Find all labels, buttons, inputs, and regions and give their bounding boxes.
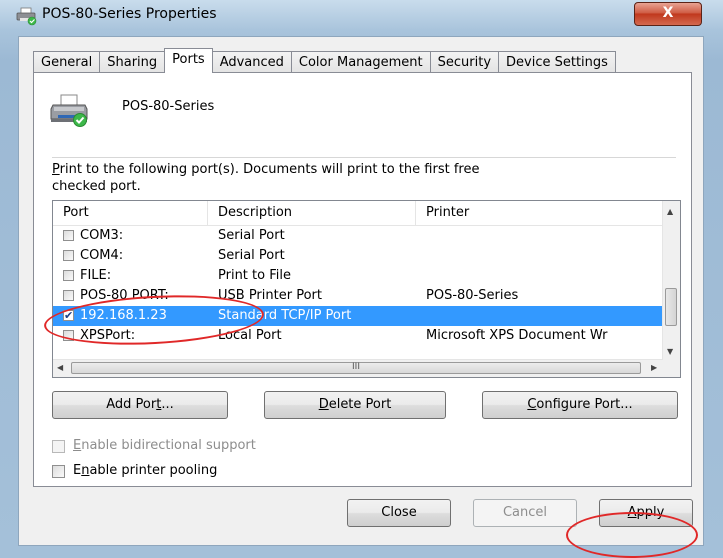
port-checkbox[interactable] — [63, 330, 74, 341]
separator — [52, 157, 676, 158]
configure-port-button[interactable]: Configure Port... — [482, 391, 678, 419]
printer-name: POS-80-Series — [122, 99, 215, 114]
scroll-corner — [663, 360, 680, 377]
printer-pooling-label: Enable printer pooling — [73, 463, 218, 478]
port-rows: COM3: Serial Port COM4: Serial Port FILE… — [53, 226, 663, 346]
port-description: USB Printer Port — [218, 288, 322, 303]
scroll-up-icon[interactable]: ▲ — [667, 207, 673, 216]
port-row[interactable]: POS-80 PORT: USB Printer Port POS-80-Ser… — [53, 286, 663, 306]
tab-strip: General Sharing Ports Advanced Color Man… — [33, 48, 616, 73]
horizontal-scroll-thumb[interactable]: III — [71, 362, 641, 374]
window-frame: POS-80-Series Properties X General Shari… — [0, 0, 723, 558]
port-list[interactable]: Port Description Printer COM3: Serial Po… — [52, 200, 681, 378]
scroll-right-icon[interactable]: ▶ — [651, 363, 657, 372]
ports-tab-panel: POS-80-Series Print to the following por… — [33, 72, 692, 487]
port-description: Print to File — [218, 268, 291, 283]
port-checkbox[interactable] — [63, 230, 74, 241]
port-name: POS-80 PORT: — [80, 288, 169, 303]
port-name: COM3: — [80, 228, 124, 243]
bidirectional-checkbox[interactable] — [52, 440, 65, 453]
printer-icon — [50, 94, 88, 127]
port-printer: Microsoft XPS Document Wr — [426, 328, 608, 343]
scroll-grip: III — [352, 362, 360, 372]
port-checkbox[interactable] — [63, 250, 74, 261]
tab-ports[interactable]: Ports — [164, 48, 213, 73]
column-header-description[interactable]: Description — [208, 201, 416, 225]
tab-color-management[interactable]: Color Management — [290, 51, 431, 73]
printer-pooling-checkbox[interactable] — [52, 465, 65, 478]
port-checkbox[interactable] — [63, 290, 74, 301]
port-checkbox[interactable] — [63, 270, 74, 281]
port-name: 192.168.1.23 — [80, 308, 167, 323]
horizontal-scrollbar[interactable]: ◀ III ▶ — [53, 359, 663, 377]
tab-sharing[interactable]: Sharing — [99, 51, 166, 73]
port-list-header: Port Description Printer — [53, 201, 663, 226]
port-name: FILE: — [80, 268, 112, 283]
delete-port-mnemonic: D — [318, 397, 329, 412]
port-name: COM4: — [80, 248, 124, 263]
apply-button[interactable]: Apply — [599, 499, 693, 527]
tab-device-settings[interactable]: Device Settings — [498, 51, 616, 73]
instruction-line-1: rint to the following port(s). Documents… — [59, 162, 480, 177]
bidirectional-label: Enable bidirectional support — [73, 438, 256, 453]
configure-port-label: onfigure Port... — [536, 397, 633, 412]
port-instruction-text: Print to the following port(s). Document… — [52, 161, 612, 195]
delete-port-button[interactable]: Delete Port — [264, 391, 446, 419]
vertical-scrollbar[interactable]: ▲ ▼ — [662, 201, 680, 361]
port-printer: POS-80-Series — [426, 288, 519, 303]
column-header-port[interactable]: Port — [53, 201, 208, 225]
tab-security[interactable]: Security — [429, 51, 500, 73]
delete-port-label: elete Port — [328, 397, 392, 412]
add-port-ellipsis: ... — [161, 397, 174, 412]
title-bar[interactable]: POS-80-Series Properties X — [0, 0, 723, 32]
add-port-label: Add Por — [106, 397, 157, 412]
scroll-left-icon[interactable]: ◀ — [57, 363, 63, 372]
window-title: POS-80-Series Properties — [42, 6, 217, 22]
port-checkbox-checked[interactable] — [63, 306, 74, 326]
port-row[interactable]: XPSPort: Local Port Microsoft XPS Docume… — [53, 326, 663, 346]
apply-label: pply — [636, 505, 665, 520]
apply-mnemonic: A — [627, 505, 637, 520]
instruction-mnemonic: P — [52, 162, 60, 177]
scroll-down-icon[interactable]: ▼ — [667, 347, 673, 356]
port-row[interactable]: COM3: Serial Port — [53, 226, 663, 246]
port-description: Local Port — [218, 328, 282, 343]
instruction-line-2: checked port. — [52, 179, 141, 194]
tab-advanced[interactable]: Advanced — [211, 51, 292, 73]
port-row[interactable]: FILE: Print to File — [53, 266, 663, 286]
close-window-button[interactable]: X — [634, 2, 702, 26]
port-row-selected[interactable]: 192.168.1.23 Standard TCP/IP Port — [53, 306, 663, 326]
printer-title-icon — [16, 7, 37, 26]
port-description: Serial Port — [218, 248, 285, 263]
vertical-scroll-thumb[interactable] — [665, 288, 677, 326]
cancel-button[interactable]: Cancel — [473, 499, 577, 527]
dialog-client-area: General Sharing Ports Advanced Color Man… — [18, 36, 704, 546]
port-description: Serial Port — [218, 228, 285, 243]
port-name: XPSPort: — [80, 328, 136, 343]
tab-general[interactable]: General — [33, 51, 101, 73]
port-description: Standard TCP/IP Port — [218, 308, 352, 323]
add-port-button[interactable]: Add Port... — [52, 391, 228, 419]
close-button[interactable]: Close — [347, 499, 451, 527]
column-header-printer[interactable]: Printer — [416, 201, 663, 225]
port-row[interactable]: COM4: Serial Port — [53, 246, 663, 266]
